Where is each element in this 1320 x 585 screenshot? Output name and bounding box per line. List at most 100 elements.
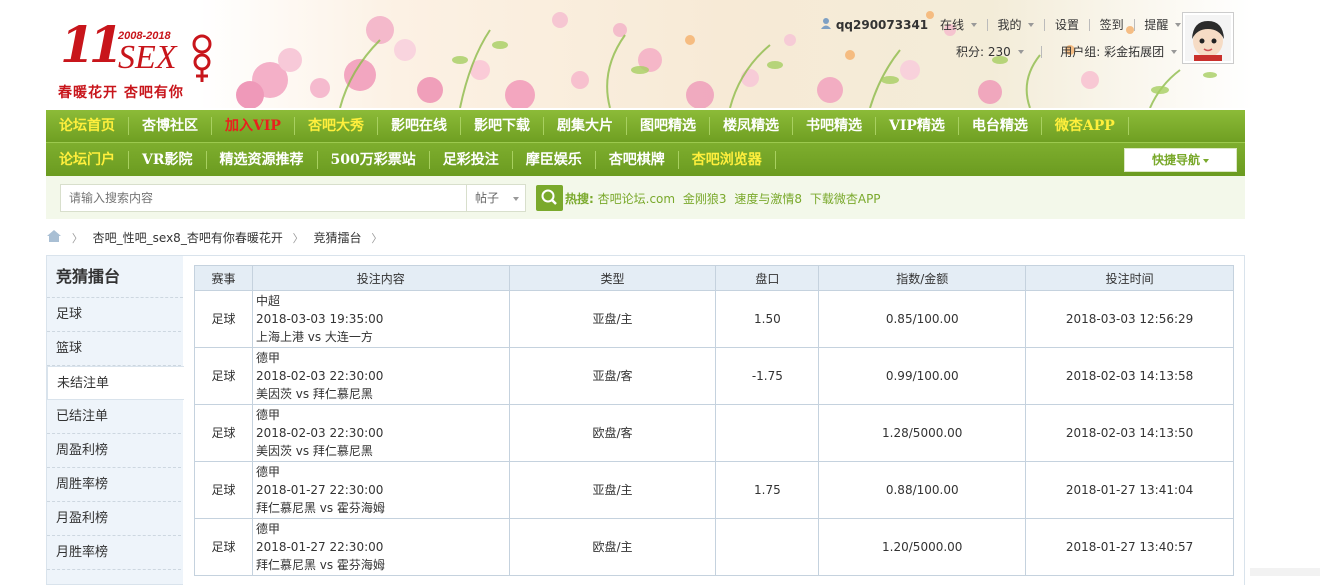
bet-type-cell: 欧盘/客: [508, 404, 717, 462]
sport-cell: 足球: [194, 518, 253, 576]
settings-link[interactable]: 设置: [1055, 16, 1079, 33]
odds-amount-cell: 0.99/100.00: [818, 347, 1027, 405]
league-name: 德甲: [255, 465, 280, 479]
logo-number: 11: [60, 15, 124, 74]
hot-search-link[interactable]: 下载微杏APP: [810, 192, 881, 206]
nav-item[interactable]: 论坛门户: [46, 150, 129, 169]
chevron-down-icon[interactable]: [1028, 22, 1035, 27]
table-row: 足球 中超 2018-03-03 19:35:00 上海上港 vs 大连一方 亚盘/主 1…: [194, 290, 1234, 348]
column-header-sport: 赛事: [194, 265, 253, 291]
user-stats: 积分: 230 用户组: 彩金拓展团: [956, 43, 1177, 60]
sidebar-item[interactable]: 篮球: [47, 332, 181, 366]
nav-item[interactable]: 杏吧大秀: [295, 117, 378, 135]
chevron-right-icon: 〉: [71, 231, 83, 245]
handicap-cell: 1.75: [715, 461, 820, 519]
search-type-select[interactable]: 帖子: [466, 184, 526, 212]
nav-item[interactable]: 楼凤精选: [710, 117, 793, 135]
sidebar-item[interactable]: 月盈利榜: [47, 502, 181, 536]
site-header: 11 2008-2018 SEX 春暖花开 杏吧有你 qq290073341 在…: [0, 0, 1320, 108]
nav-item[interactable]: 加入VIP: [212, 117, 295, 135]
hot-search-link[interactable]: 杏吧论坛.com: [598, 192, 675, 206]
sidebar-item[interactable]: 周盈利榜: [47, 434, 181, 468]
username-link[interactable]: qq290073341: [836, 18, 928, 32]
bet-content-cell: 德甲 2018-01-27 22:30:00 拜仁慕尼黑 vs 霍芬海姆: [251, 461, 510, 519]
quick-nav-label: 快捷导航: [1151, 153, 1200, 167]
bet-content-cell: 中超 2018-03-03 19:35:00 上海上港 vs 大连一方: [251, 290, 510, 348]
nav-item[interactable]: 电台精选: [959, 117, 1042, 135]
handicap-cell: [715, 518, 820, 576]
divider: [1044, 18, 1046, 31]
nav-item[interactable]: 杏吧浏览器: [679, 150, 776, 169]
hot-search-link[interactable]: 金刚狼3: [683, 192, 727, 206]
search-button[interactable]: [536, 185, 563, 211]
match-teams: 美因茨 vs 拜仁慕尼黑: [255, 444, 373, 458]
nav-item[interactable]: 杏博社区: [129, 117, 212, 135]
match-teams: 上海上港 vs 大连一方: [255, 330, 373, 344]
points-menu[interactable]: 积分: 230: [956, 43, 1011, 60]
sidebar: 竞猜擂台 足球 篮球 未结注单 已结注单 周盈利榜 周胜率榜 月盈利榜 月胜率榜: [46, 255, 184, 585]
nav-item[interactable]: VIP精选: [876, 117, 959, 135]
quick-nav-button[interactable]: 快捷导航: [1124, 148, 1237, 172]
usergroup-menu[interactable]: 用户组: 彩金拓展团: [1060, 43, 1164, 60]
bet-content-cell: 德甲 2018-01-27 22:30:00 拜仁慕尼黑 vs 霍芬海姆: [251, 518, 510, 576]
avatar[interactable]: [1182, 12, 1234, 64]
checkin-link[interactable]: 签到: [1100, 16, 1124, 33]
search-icon: [541, 189, 557, 205]
breadcrumb-item[interactable]: 杏吧_性吧_sex8_杏吧有你春暖花开: [93, 229, 283, 246]
sidebar-item[interactable]: 已结注单: [47, 400, 181, 434]
table-row: 足球 德甲 2018-02-03 22:30:00 美因茨 vs 拜仁慕尼黑 亚盘/客 -…: [194, 347, 1234, 405]
nav-item[interactable]: VR影院: [129, 150, 207, 169]
breadcrumb-item[interactable]: 竞猜擂台: [313, 229, 361, 246]
nav-item[interactable]: 杏吧棋牌: [596, 150, 679, 169]
column-header-time: 投注时间: [1025, 265, 1234, 291]
column-header-type: 类型: [508, 265, 717, 291]
nav-item[interactable]: 书吧精选: [793, 117, 876, 135]
logo-wordmark: SEX: [118, 39, 177, 76]
nav-item[interactable]: 足彩投注: [430, 150, 513, 169]
odds-amount-cell: 1.20/5000.00: [818, 518, 1027, 576]
chevron-right-icon: 〉: [292, 231, 304, 245]
online-status[interactable]: 在线: [940, 16, 964, 33]
sidebar-item[interactable]: 未结注单: [47, 366, 184, 400]
nav-item[interactable]: 图吧精选: [627, 117, 710, 135]
nav-item[interactable]: 影吧下载: [461, 117, 544, 135]
search-input[interactable]: [60, 184, 467, 212]
bet-type-cell: 欧盘/主: [508, 518, 717, 576]
sidebar-item[interactable]: 足球: [47, 298, 181, 332]
nav-item[interactable]: 剧集大片: [544, 117, 627, 135]
site-logo[interactable]: 11 2008-2018 SEX 春暖花开 杏吧有你: [56, 14, 226, 104]
divider: [1041, 45, 1043, 58]
chevron-down-icon[interactable]: [1017, 49, 1024, 54]
league-name: 德甲: [255, 408, 280, 422]
main-navigation: 论坛首页 杏博社区 加入VIP 杏吧大秀 影吧在线 影吧下载 剧集大片 图吧精选 楼凤精选 书吧精…: [46, 110, 1245, 176]
chevron-down-icon[interactable]: [970, 22, 977, 27]
nav-item[interactable]: 影吧在线: [378, 117, 461, 135]
nav-item[interactable]: 精选资源推荐: [207, 150, 318, 169]
nav-row-2: 论坛门户 VR影院 精选资源推荐 500万彩票站 足彩投注 摩臣娱乐 杏吧棋牌 杏吧浏览器: [46, 143, 1245, 176]
avatar-face-icon: [1185, 15, 1231, 61]
table-row: 足球 德甲 2018-01-27 22:30:00 拜仁慕尼黑 vs 霍芬海姆 欧盘/主…: [194, 518, 1234, 576]
sport-cell: 足球: [194, 290, 253, 348]
league-name: 德甲: [255, 522, 280, 536]
table-body: 足球 中超 2018-03-03 19:35:00 上海上港 vs 大连一方 亚盘/主 1…: [194, 290, 1234, 576]
nav-item[interactable]: 摩臣娱乐: [513, 150, 596, 169]
nav-item[interactable]: 微杏APP: [1042, 117, 1129, 135]
my-menu[interactable]: 我的: [997, 16, 1021, 33]
hot-search-link[interactable]: 速度与激情8: [734, 192, 802, 206]
bet-type-cell: 亚盘/主: [508, 290, 717, 348]
bet-time-cell: 2018-01-27 13:41:04: [1025, 461, 1234, 519]
sidebar-item[interactable]: 月胜率榜: [47, 536, 181, 570]
chevron-down-icon[interactable]: [1175, 22, 1182, 27]
nav-item[interactable]: 500万彩票站: [318, 150, 430, 169]
match-time: 2018-01-27 22:30:00: [255, 483, 384, 497]
remind-menu[interactable]: 提醒: [1144, 16, 1168, 33]
chevron-down-icon[interactable]: [1170, 49, 1177, 54]
match-time: 2018-03-03 19:35:00: [255, 312, 384, 326]
hot-search: 热搜: 杏吧论坛.com 金刚狼3 速度与激情8 下载微杏APP: [565, 190, 885, 207]
bet-table: 赛事 投注内容 类型 盘口 指数/金额 投注时间 足球 中超 2018-03-03 …: [194, 265, 1234, 576]
nav-item[interactable]: 论坛首页: [46, 117, 129, 135]
sidebar-item[interactable]: 周胜率榜: [47, 468, 181, 502]
divider: [1088, 18, 1090, 31]
sidebar-items: 足球 篮球 未结注单 已结注单 周盈利榜 周胜率榜 月盈利榜 月胜率榜: [47, 298, 184, 570]
home-icon[interactable]: [46, 229, 62, 246]
